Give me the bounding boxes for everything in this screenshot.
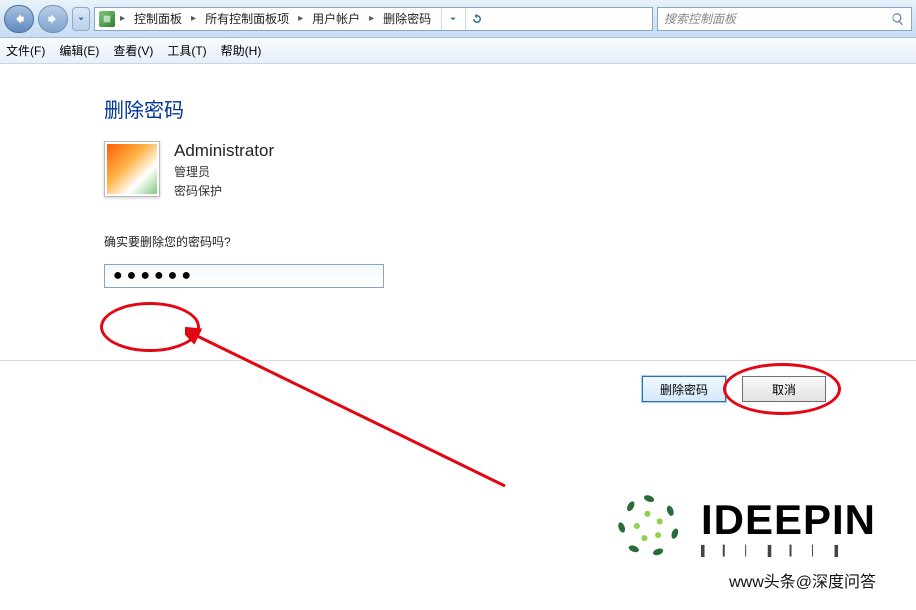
user-block: Administrator 管理员 密码保护 bbox=[104, 141, 916, 199]
breadcrumb-item[interactable]: 删除密码 bbox=[379, 8, 435, 29]
separator bbox=[0, 360, 916, 361]
avatar bbox=[104, 141, 160, 197]
user-info: Administrator 管理员 密码保护 bbox=[174, 141, 274, 199]
menu-help[interactable]: 帮助(H) bbox=[221, 42, 262, 59]
address-bar[interactable]: ▸ 控制面板 ▸ 所有控制面板项 ▸ 用户帐户 ▸ 删除密码 bbox=[94, 7, 653, 31]
arrow-right-icon bbox=[46, 12, 60, 26]
logo-text: IDEEPIN bbox=[701, 496, 876, 544]
address-actions bbox=[441, 8, 487, 30]
search-icon bbox=[891, 12, 905, 26]
user-status: 密码保护 bbox=[174, 182, 274, 199]
refresh-icon bbox=[471, 13, 483, 25]
page-title: 删除密码 bbox=[104, 94, 916, 123]
forward-button[interactable] bbox=[38, 5, 68, 33]
password-row: ●●●●●● bbox=[104, 264, 916, 288]
refresh-button[interactable] bbox=[465, 8, 487, 30]
search-placeholder: 搜索控制面板 bbox=[664, 10, 736, 27]
dropdown-button[interactable] bbox=[441, 8, 463, 30]
control-panel-icon bbox=[99, 11, 115, 27]
menu-view[interactable]: 查看(V) bbox=[113, 42, 153, 59]
chevron-down-icon bbox=[449, 15, 457, 23]
delete-password-button[interactable]: 删除密码 bbox=[642, 376, 726, 402]
button-row: 删除密码 取消 bbox=[642, 376, 826, 402]
annotation-arrow bbox=[185, 326, 515, 496]
search-input[interactable]: 搜索控制面板 bbox=[657, 7, 912, 31]
titlebar: ▸ 控制面板 ▸ 所有控制面板项 ▸ 用户帐户 ▸ 删除密码 搜索控制面板 bbox=[0, 0, 916, 38]
chevron-right-icon: ▸ bbox=[117, 13, 128, 24]
confirm-prompt: 确实要删除您的密码吗? bbox=[104, 233, 916, 250]
back-button[interactable] bbox=[4, 5, 34, 33]
branding-logo: IDEEPIN ▌ ▎ ▏ ▌ ▎ ▏ ▌ bbox=[611, 488, 876, 564]
breadcrumb-item[interactable]: 用户帐户 bbox=[308, 8, 364, 29]
menubar: 文件(F) 编辑(E) 查看(V) 工具(T) 帮助(H) bbox=[0, 38, 916, 64]
user-role: 管理员 bbox=[174, 163, 274, 180]
menu-edit[interactable]: 编辑(E) bbox=[59, 42, 99, 59]
chevron-right-icon: ▸ bbox=[366, 13, 377, 24]
chevron-down-icon bbox=[77, 15, 85, 23]
password-input[interactable]: ●●●●●● bbox=[104, 264, 384, 288]
credit-text: www头条@深度问答 bbox=[729, 568, 876, 592]
content-area: 删除密码 Administrator 管理员 密码保护 确实要删除您的密码吗? … bbox=[0, 64, 916, 288]
chevron-right-icon: ▸ bbox=[188, 13, 199, 24]
cancel-button[interactable]: 取消 bbox=[742, 376, 826, 402]
logo-sub: ▌ ▎ ▏ ▌ ▎ ▏ ▌ bbox=[701, 546, 876, 557]
arrow-left-icon bbox=[12, 12, 26, 26]
user-name: Administrator bbox=[174, 141, 274, 161]
menu-file[interactable]: 文件(F) bbox=[6, 42, 45, 59]
swirl-icon bbox=[611, 488, 687, 564]
breadcrumb-item[interactable]: 控制面板 bbox=[130, 8, 186, 29]
recent-dropdown-button[interactable] bbox=[72, 7, 90, 31]
chevron-right-icon: ▸ bbox=[295, 13, 306, 24]
menu-tools[interactable]: 工具(T) bbox=[167, 42, 206, 59]
annotation-circle bbox=[100, 302, 200, 352]
breadcrumb-item[interactable]: 所有控制面板项 bbox=[201, 8, 293, 29]
